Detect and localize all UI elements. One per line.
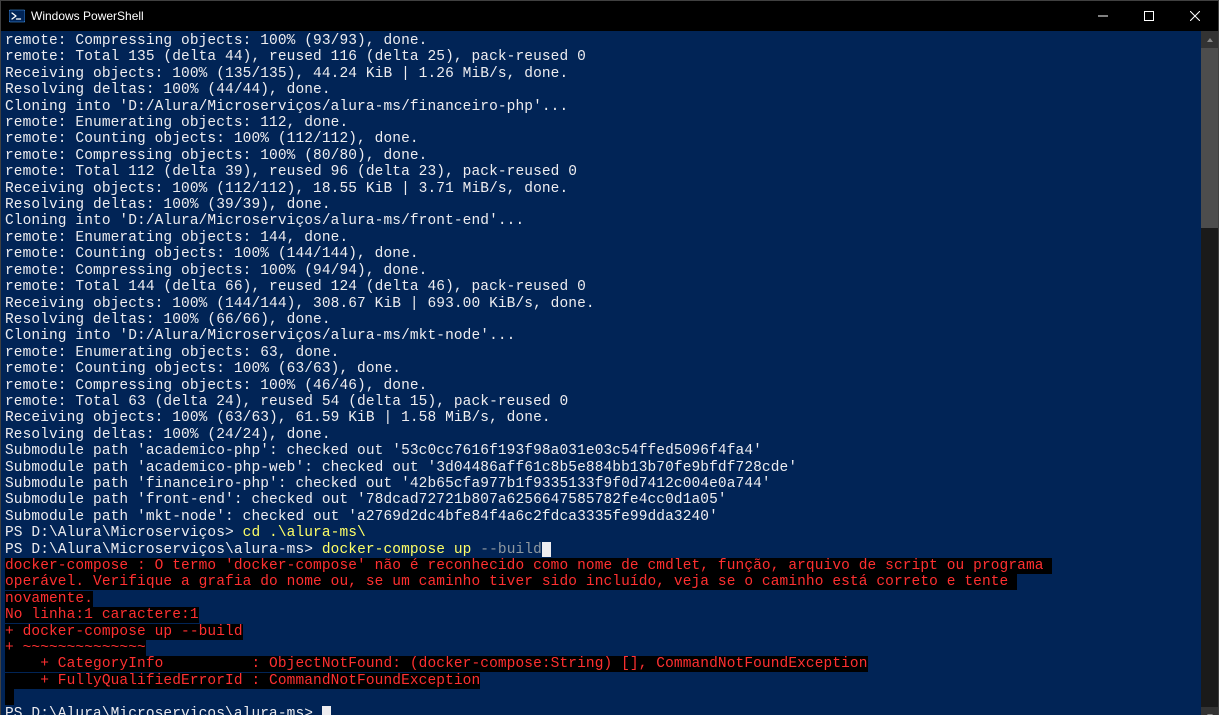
close-button[interactable] [1172, 1, 1218, 31]
output-line: Submodule path 'front-end': checked out … [5, 492, 727, 508]
output-line: Receiving objects: 100% (63/63), 61.59 K… [5, 410, 551, 426]
output-line: Cloning into 'D:/Alura/Microserviços/alu… [5, 99, 568, 115]
maximize-button[interactable] [1126, 1, 1172, 31]
scroll-down-button[interactable] [1201, 707, 1218, 715]
output-line: Submodule path 'academico-php': checked … [5, 443, 762, 459]
prompt-command: docker-compose up [322, 542, 480, 558]
vertical-scrollbar[interactable] [1201, 31, 1218, 715]
scroll-up-button[interactable] [1201, 31, 1218, 48]
terminal-output[interactable]: remote: Compressing objects: 100% (93/93… [1, 31, 1201, 715]
prompt-command: cd .\alura-ms\ [243, 525, 366, 541]
scrollbar-thumb[interactable] [1201, 48, 1218, 228]
prompt-arg: --build [480, 542, 542, 558]
output-line: remote: Total 63 (delta 24), reused 54 (… [5, 394, 568, 410]
output-line: Cloning into 'D:/Alura/Microserviços/alu… [5, 328, 515, 344]
output-line: remote: Counting objects: 100% (63/63), … [5, 361, 401, 377]
output-line: remote: Total 135 (delta 44), reused 116… [5, 49, 586, 65]
scrollbar-track[interactable] [1201, 48, 1218, 707]
error-line [5, 689, 14, 705]
cursor [322, 706, 331, 715]
output-line: Submodule path 'mkt-node': checked out '… [5, 509, 718, 525]
output-line: remote: Counting objects: 100% (112/112)… [5, 131, 419, 147]
error-line: + ~~~~~~~~~~~~~~ [5, 640, 146, 656]
prompt-prefix: PS D:\Alura\Microserviços\alura-ms> [5, 542, 322, 558]
window-controls [1080, 1, 1218, 31]
output-line: Resolving deltas: 100% (24/24), done. [5, 427, 331, 443]
output-line: Resolving deltas: 100% (39/39), done. [5, 197, 331, 213]
output-line: Receiving objects: 100% (112/112), 18.55… [5, 181, 568, 197]
output-line: remote: Enumerating objects: 112, done. [5, 115, 348, 131]
output-line: Cloning into 'D:/Alura/Microserviços/alu… [5, 213, 524, 229]
prompt-line: PS D:\Alura\Microserviços\alura-ms> [5, 706, 331, 715]
titlebar[interactable]: Windows PowerShell [1, 1, 1218, 31]
powershell-window: Windows PowerShell remote: Compressing o… [0, 0, 1219, 715]
error-line: novamente. [5, 591, 93, 607]
error-line: operável. Verifique a grafia do nome ou,… [5, 574, 1017, 590]
error-line: No linha:1 caractere:1 [5, 607, 199, 623]
error-line: + FullyQualifiedErrorId : CommandNotFoun… [5, 673, 480, 689]
output-line: Receiving objects: 100% (135/135), 44.24… [5, 66, 568, 82]
output-line: remote: Compressing objects: 100% (94/94… [5, 263, 427, 279]
prompt-line: PS D:\Alura\Microserviços\alura-ms> dock… [5, 542, 551, 558]
output-line: Submodule path 'academico-php-web': chec… [5, 460, 797, 476]
error-line: + docker-compose up --build [5, 624, 243, 640]
output-line: remote: Counting objects: 100% (144/144)… [5, 246, 419, 262]
window-title: Windows PowerShell [31, 9, 1080, 23]
output-line: Submodule path 'financeiro-php': checked… [5, 476, 771, 492]
output-line: Resolving deltas: 100% (44/44), done. [5, 82, 331, 98]
output-line: remote: Compressing objects: 100% (46/46… [5, 378, 427, 394]
prompt-line: PS D:\Alura\Microserviços> cd .\alura-ms… [5, 525, 366, 541]
error-line: docker-compose : O termo 'docker-compose… [5, 558, 1052, 574]
powershell-icon [9, 8, 25, 24]
output-line: Resolving deltas: 100% (66/66), done. [5, 312, 331, 328]
output-line: remote: Enumerating objects: 144, done. [5, 230, 348, 246]
prompt-prefix: PS D:\Alura\Microserviços> [5, 525, 243, 541]
output-line: remote: Enumerating objects: 63, done. [5, 345, 339, 361]
output-line: remote: Compressing objects: 100% (93/93… [5, 33, 427, 49]
cursor [542, 542, 551, 557]
prompt-prefix: PS D:\Alura\Microserviços\alura-ms> [5, 706, 322, 715]
terminal-area: remote: Compressing objects: 100% (93/93… [1, 31, 1218, 715]
minimize-button[interactable] [1080, 1, 1126, 31]
output-line: remote: Compressing objects: 100% (80/80… [5, 148, 427, 164]
output-line: remote: Total 112 (delta 39), reused 96 … [5, 164, 577, 180]
output-line: Receiving objects: 100% (144/144), 308.6… [5, 296, 595, 312]
output-line: remote: Total 144 (delta 66), reused 124… [5, 279, 586, 295]
error-line: + CategoryInfo : ObjectNotFound: (docker… [5, 656, 868, 672]
